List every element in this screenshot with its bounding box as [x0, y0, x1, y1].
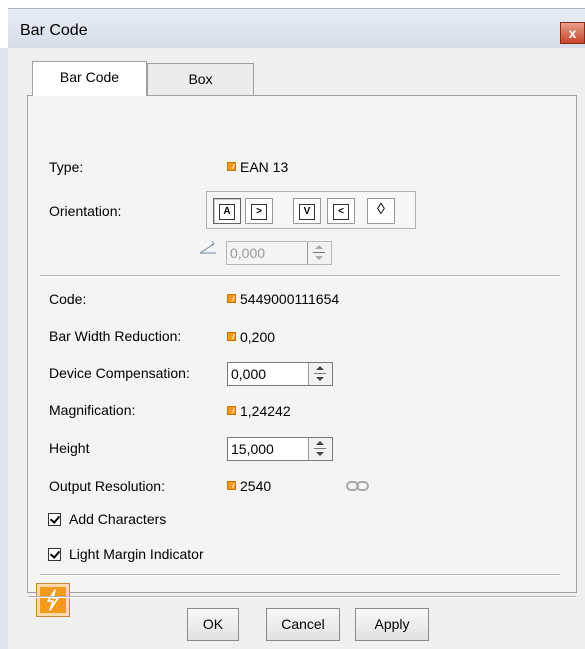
lightning-small-icon — [227, 406, 236, 415]
lightning-small-icon — [227, 481, 236, 490]
height-spinner[interactable] — [308, 438, 332, 460]
orientation-180-button[interactable]: V — [293, 198, 321, 224]
code-value-text: 5449000111654 — [240, 291, 340, 307]
orientation-270-glyph: < — [333, 204, 349, 220]
separator — [40, 574, 560, 576]
orientation-custom-button[interactable]: ◊ — [367, 198, 395, 224]
apply-button[interactable]: Apply — [355, 608, 429, 641]
angle-icon — [199, 241, 216, 254]
orientation-90-glyph: > — [251, 204, 267, 220]
device-compensation-value: 0,000 — [231, 366, 267, 382]
bar-width-reduction-label: Bar Width Reduction: — [49, 328, 182, 344]
orientation-180-glyph: V — [299, 204, 315, 220]
height-value: 15,000 — [231, 441, 274, 457]
device-compensation-spinner[interactable] — [308, 363, 332, 385]
tab-box[interactable]: Box — [147, 63, 254, 95]
lightning-small-icon — [227, 332, 236, 341]
bar-code-panel: Type: EAN 13 Orientation: A > V < ◊ 0,00… — [27, 95, 577, 593]
spin-up-icon — [315, 245, 323, 249]
close-button[interactable]: x — [560, 22, 585, 44]
height-field[interactable]: 15,000 — [227, 437, 333, 461]
lightning-icon — [47, 589, 59, 611]
window-frame — [0, 48, 8, 649]
ok-button[interactable]: OK — [187, 608, 239, 641]
output-resolution-text: 2540 — [240, 478, 272, 494]
add-characters-checkbox[interactable] — [48, 513, 61, 526]
apply-label: Apply — [374, 616, 410, 632]
magnification-value[interactable]: 1,24242 — [227, 403, 291, 419]
bar-width-reduction-value[interactable]: 0,200 — [227, 329, 275, 345]
cancel-button[interactable]: Cancel — [266, 608, 340, 641]
cancel-label: Cancel — [281, 616, 325, 632]
close-icon: x — [568, 25, 577, 41]
lightning-small-icon — [227, 294, 236, 303]
device-compensation-label: Device Compensation: — [49, 365, 190, 381]
orientation-label: Orientation: — [49, 203, 122, 219]
light-margin-checkbox[interactable] — [48, 548, 61, 561]
bar-width-reduction-text: 0,200 — [240, 329, 276, 345]
dialog-body: Box Bar Code Type: EAN 13 Orientation: A… — [8, 48, 585, 649]
output-resolution-value[interactable]: 2540 — [227, 478, 271, 494]
lightning-icon-bg — [40, 587, 66, 613]
spin-up-icon — [316, 366, 324, 370]
add-characters-label: Add Characters — [69, 511, 167, 527]
magnification-text: 1,24242 — [240, 403, 291, 419]
title-bar: Bar Code — [8, 8, 585, 48]
angle-field[interactable]: 0,000 — [226, 241, 332, 265]
footer-separator — [28, 596, 576, 598]
light-margin-label: Light Margin Indicator — [69, 546, 204, 562]
tab-label: Bar Code — [59, 69, 120, 85]
orientation-custom-glyph: ◊ — [377, 201, 385, 218]
orientation-90-button[interactable]: > — [245, 198, 273, 224]
type-value-text: EAN 13 — [240, 159, 289, 175]
chain-link-icon[interactable] — [346, 480, 370, 492]
code-label: Code: — [49, 291, 87, 307]
tab-bar-code[interactable]: Bar Code — [32, 61, 147, 96]
orientation-0-glyph: A — [219, 204, 235, 220]
ok-label: OK — [202, 616, 224, 632]
spin-down-icon — [315, 256, 323, 260]
device-compensation-field[interactable]: 0,000 — [227, 362, 333, 386]
tab-label: Box — [188, 71, 213, 87]
output-resolution-label: Output Resolution: — [49, 478, 165, 494]
orientation-0-button[interactable]: A — [213, 198, 241, 224]
code-value[interactable]: 5449000111654 — [227, 291, 339, 307]
type-label: Type: — [49, 159, 84, 175]
magnification-label: Magnification: — [49, 402, 136, 418]
spin-down-icon — [316, 377, 324, 381]
lightning-toggle-button[interactable] — [36, 583, 70, 617]
angle-value: 0,000 — [230, 245, 266, 261]
spin-down-icon — [316, 452, 324, 456]
separator — [40, 275, 560, 277]
height-label: Height — [49, 440, 90, 456]
window-title: Bar Code — [20, 22, 88, 39]
spin-up-icon — [316, 441, 324, 445]
orientation-group: A > V < ◊ — [206, 191, 416, 229]
type-value[interactable]: EAN 13 — [227, 159, 288, 175]
lightning-small-icon — [227, 162, 236, 171]
angle-spinner[interactable] — [307, 242, 331, 264]
orientation-270-button[interactable]: < — [327, 198, 355, 224]
